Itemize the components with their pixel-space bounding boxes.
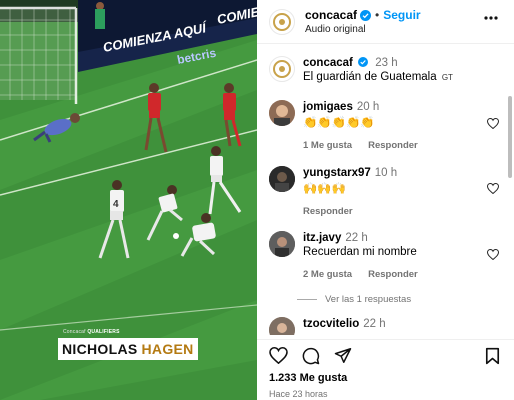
like-comment-heart-icon[interactable]: [487, 249, 499, 260]
share-button[interactable]: [334, 347, 352, 370]
view-replies-label: Ver las 1 respuestas: [325, 294, 412, 305]
goal-net: [0, 6, 78, 104]
audio-link[interactable]: Audio original: [305, 24, 421, 35]
user-photo-icon: [269, 317, 295, 335]
comment-username[interactable]: itz.javy: [303, 232, 341, 244]
comment-text: 👏👏👏👏👏: [303, 117, 375, 129]
user-photo-icon: [269, 100, 295, 126]
comment-likes[interactable]: 2 Me gusta: [303, 269, 352, 280]
reply-button[interactable]: Responder: [368, 140, 418, 151]
svg-text:4: 4: [113, 199, 119, 210]
save-button[interactable]: [485, 347, 500, 370]
reply-button[interactable]: Responder: [368, 269, 418, 280]
comments-scrollbar[interactable]: [506, 45, 512, 335]
post-video[interactable]: COMIENZA AQUÍ COMIENZA betcris 4 Concaca…: [0, 0, 257, 400]
ball-boy: [95, 2, 105, 29]
comment-avatar[interactable]: [269, 317, 295, 335]
send-paper-plane-icon: [334, 348, 352, 363]
player-first-name: NICHOLAS: [58, 338, 142, 360]
post-caption: concacaf 23 h El guardián de Guatemala G…: [269, 56, 453, 83]
comment-time: 10 h: [374, 167, 398, 179]
comment-time: 22 h: [363, 318, 386, 330]
user-photo-icon: [269, 231, 295, 257]
view-replies-button[interactable]: Ver las 1 respuestas: [297, 294, 411, 305]
verified-badge-icon: [360, 9, 372, 21]
scrollbar-thumb[interactable]: [508, 96, 512, 178]
flag-icon: GT: [441, 73, 453, 82]
replies-divider-line: [297, 299, 317, 300]
concacaf-logo-icon: [273, 60, 291, 78]
more-options-icon[interactable]: [484, 16, 498, 20]
comment-button[interactable]: [302, 347, 320, 370]
bookmark-icon: [485, 347, 500, 365]
comment-item: itz.javy 22 h Recuerdan mi nombre 2 Me gu…: [269, 231, 418, 280]
comment-text: 🙌🙌🙌: [303, 183, 346, 195]
heart-icon: [269, 346, 288, 365]
like-button[interactable]: [269, 346, 288, 370]
post-timestamp: Hace 23 horas: [269, 389, 328, 399]
comment-avatar[interactable]: [269, 166, 295, 192]
comment-avatar[interactable]: [269, 231, 295, 257]
comment-username[interactable]: jomigaes: [303, 101, 353, 113]
caption-text: El guardián de Guatemala: [303, 71, 437, 83]
comment-item: tzocvitelio 22 h: [269, 317, 386, 335]
comment-text: Recuerdan mi nombre: [303, 246, 417, 258]
comment-item: jomigaes 20 h 👏👏👏👏👏 1 Me gusta Responder: [269, 100, 418, 151]
comment-time: 20 h: [356, 101, 380, 113]
concacaf-logo-icon: [273, 12, 291, 31]
post-side-panel: concacaf • Seguir Audio original concaca…: [257, 0, 514, 400]
like-comment-heart-icon[interactable]: [487, 118, 499, 129]
caption-username[interactable]: concacaf: [303, 57, 353, 69]
comment-avatar[interactable]: [269, 100, 295, 126]
player-last-name: HAGEN: [141, 338, 198, 360]
caption-time: 23 h: [375, 57, 398, 69]
concacaf-avatar[interactable]: [269, 8, 295, 35]
likes-count[interactable]: 1.233 Me gusta: [269, 372, 347, 384]
caption-avatar[interactable]: [269, 56, 295, 82]
verified-badge-icon: [358, 57, 369, 67]
header-username[interactable]: concacaf: [305, 8, 357, 22]
comments-list[interactable]: concacaf 23 h El guardián de Guatemala G…: [257, 45, 514, 335]
post-header: concacaf • Seguir Audio original: [257, 0, 514, 44]
ball: [173, 233, 179, 239]
qualifiers-tag: Concacaf QUALIFIERS: [63, 329, 120, 335]
player-name-plate: NICHOLAS HAGEN: [58, 337, 198, 361]
dot-separator: •: [375, 8, 380, 22]
comment-bubble-icon: [302, 347, 320, 365]
comment-username[interactable]: tzocvitelio: [303, 318, 359, 330]
like-comment-heart-icon[interactable]: [487, 183, 499, 194]
user-photo-icon: [269, 166, 295, 192]
comment-likes[interactable]: 1 Me gusta: [303, 140, 352, 151]
comment-username[interactable]: yungstarx97: [303, 167, 371, 179]
comment-time: 22 h: [345, 232, 368, 244]
follow-button[interactable]: Seguir: [383, 8, 420, 22]
reply-button[interactable]: Responder: [303, 206, 353, 217]
comment-item: yungstarx97 10 h 🙌🙌🙌 Responder: [269, 166, 397, 217]
